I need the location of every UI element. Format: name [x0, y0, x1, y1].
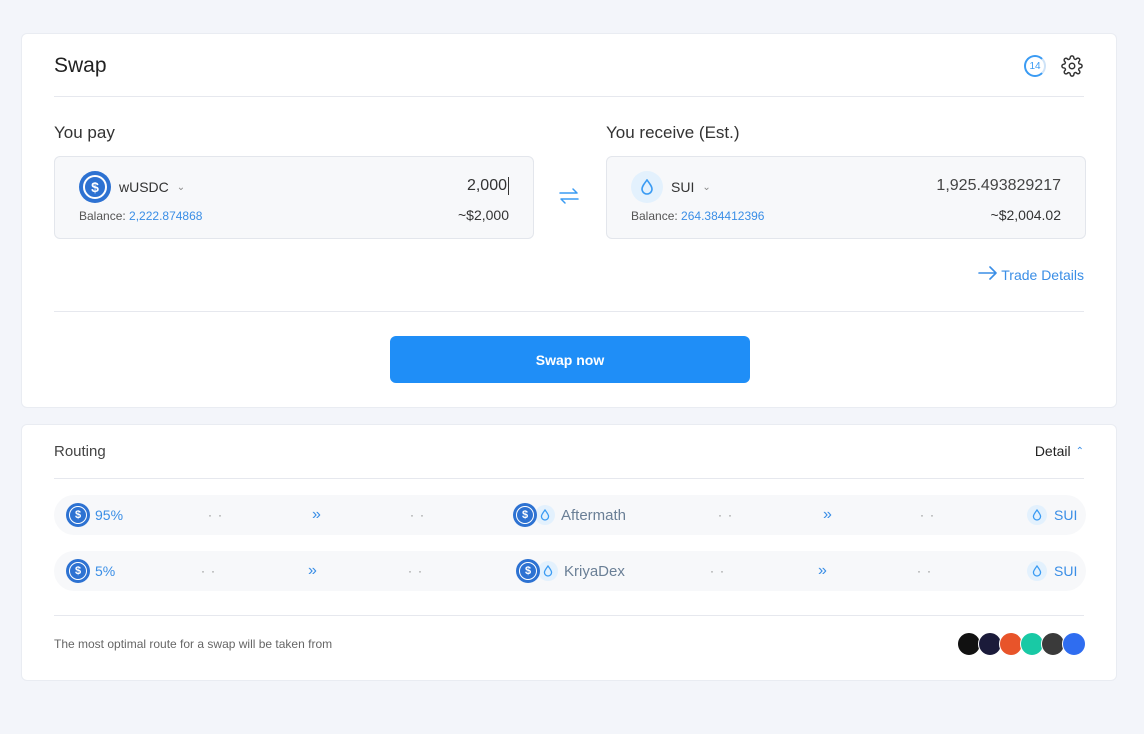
chevron-down-icon: ⌄	[702, 181, 711, 193]
dex-logo-icon	[1062, 632, 1086, 656]
route-dots: ··	[920, 508, 940, 522]
routing-divider	[54, 478, 1084, 479]
receive-amount: 1,925.493829217	[936, 177, 1061, 194]
route-dots: ··	[408, 564, 428, 578]
usdc-logo-icon: $	[66, 559, 90, 583]
receive-box: SUI ⌄ 1,925.493829217 Balance: 264.38441…	[606, 156, 1086, 239]
route-target-token: SUI	[1054, 507, 1078, 523]
routing-card: Routing Detail ⌃ $ 95% ·· » ·· $ Afterma…	[21, 424, 1117, 681]
route-row: $ 95% ·· » ·· $ Aftermath ·· » ·· SUI	[54, 495, 1086, 535]
pay-label: You pay	[54, 123, 115, 142]
route-percent: 95%	[95, 507, 124, 523]
route-percent: 5%	[95, 563, 116, 579]
sui-logo-icon	[1027, 505, 1047, 525]
receive-usd-value: ~$2,004.02	[990, 207, 1061, 223]
refresh-timer-icon[interactable]: 14	[1024, 55, 1046, 77]
timer-value: 14	[1029, 60, 1041, 72]
route-dots: ··	[718, 508, 738, 522]
sui-logo-icon	[1027, 561, 1047, 581]
page-title: Swap	[54, 54, 107, 77]
dex-name: KriyaDex	[564, 562, 625, 580]
receive-balance-label: Balance:	[631, 209, 678, 223]
route-dots: ··	[710, 564, 730, 578]
route-dots: ··	[410, 508, 430, 522]
sui-logo-icon	[631, 171, 663, 203]
pay-balance-label: Balance:	[79, 209, 126, 223]
arrow-right-icon	[978, 266, 998, 283]
route-target-token: SUI	[1054, 563, 1078, 579]
swap-now-button[interactable]: Swap now	[390, 336, 750, 383]
route-dex: $ KriyaDex	[516, 551, 625, 591]
pay-balance: Balance: 2,222.874868	[79, 209, 202, 223]
receive-label: You receive (Est.)	[606, 123, 740, 142]
trade-details-link[interactable]: Trade Details	[978, 266, 1084, 283]
pay-usd-value: ~$2,000	[458, 207, 509, 223]
detail-toggle[interactable]: Detail ⌃	[1035, 443, 1084, 459]
route-target: SUI	[1027, 551, 1077, 591]
route-dots: ··	[917, 564, 937, 578]
route-source: $ 95%	[66, 495, 123, 535]
chevron-up-icon: ⌃	[1075, 445, 1084, 457]
pay-token-name: wUSDC	[119, 179, 169, 195]
header-divider	[54, 96, 1084, 97]
footer-divider	[54, 615, 1084, 616]
usdc-logo-icon: $	[66, 503, 90, 527]
sui-logo-icon	[538, 561, 558, 581]
detail-label: Detail	[1034, 443, 1071, 459]
pay-amount-input[interactable]: 2,000	[467, 177, 509, 195]
routing-title: Routing	[54, 443, 106, 460]
route-row: $ 5% ·· » ·· $ KriyaDex ·· » ·· SUI	[54, 551, 1086, 591]
route-dots: ··	[201, 564, 221, 578]
double-chevron-icon: »	[308, 562, 317, 579]
header-actions: 14	[1024, 54, 1084, 78]
route-target: SUI	[1027, 495, 1077, 535]
usdc-logo-icon: $	[516, 559, 540, 583]
pay-box: $ wUSDC ⌄ 2,000 Balance: 2,222.874868 ~$…	[54, 156, 534, 239]
route-source: $ 5%	[66, 551, 115, 591]
routing-footer-text: The most optimal route for a swap will b…	[54, 637, 333, 651]
route-dots: ··	[208, 508, 228, 522]
receive-balance: Balance: 264.384412396	[631, 209, 764, 223]
swap-card: Swap 14 You pay $ wUSDC ⌄ 2,000 Balance:…	[21, 33, 1117, 408]
route-dex: $ Aftermath	[513, 495, 626, 535]
action-divider	[54, 311, 1084, 312]
double-chevron-icon: »	[823, 506, 832, 523]
usdc-logo-icon: $	[513, 503, 537, 527]
double-chevron-icon: »	[312, 506, 321, 523]
double-chevron-icon: »	[818, 562, 827, 579]
gear-icon[interactable]	[1060, 54, 1084, 78]
receive-token-select[interactable]: SUI ⌄	[631, 171, 711, 203]
receive-token-name: SUI	[671, 179, 695, 195]
chevron-down-icon: ⌄	[176, 181, 186, 193]
sui-logo-icon	[535, 505, 555, 525]
pay-token-select[interactable]: $ wUSDC ⌄	[79, 171, 185, 203]
dex-logos	[957, 632, 1086, 656]
swap-arrows-icon[interactable]	[557, 184, 581, 208]
dex-name: Aftermath	[561, 506, 627, 524]
pay-balance-value[interactable]: 2,222.874868	[129, 209, 202, 223]
receive-balance-value: 264.384412396	[681, 209, 765, 223]
trade-details-label: Trade Details	[1001, 266, 1084, 283]
usdc-logo-icon: $	[79, 171, 111, 203]
